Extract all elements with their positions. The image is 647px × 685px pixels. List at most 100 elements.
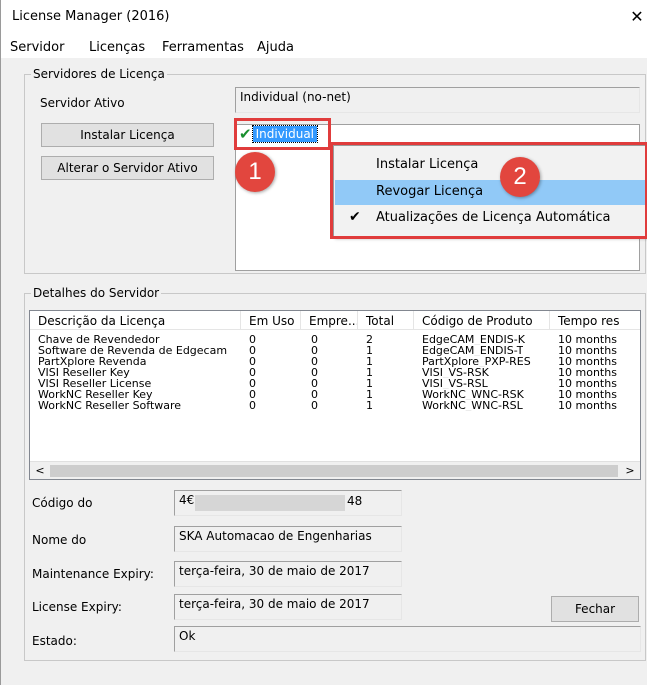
cell-product-code: EdgeCAM_ENDIS-K — [422, 334, 525, 345]
column-header-time-remaining[interactable]: Tempo res — [550, 311, 640, 330]
name-label: Nome do — [32, 533, 87, 547]
cell-total: 1 — [366, 389, 373, 400]
cell-total: 1 — [366, 356, 373, 367]
cell-total: 1 — [366, 367, 373, 378]
cell-in-use: 0 — [249, 378, 256, 389]
license-expiry-field: terça-feira, 30 de maio de 2017 — [174, 594, 402, 620]
cell-description: PartXplore Revenda — [38, 356, 147, 367]
cell-description: Software de Revenda de Edgecam — [38, 345, 228, 356]
window-title: License Manager (2016) — [12, 9, 170, 24]
cell-product-code: EdgeCAM_ENDIS-T — [422, 345, 524, 356]
scroll-left-icon[interactable]: < — [32, 464, 48, 478]
menu-item-auto-license-updates[interactable]: ✔ Atualizações de Licença Automática — [335, 206, 647, 231]
column-header-description[interactable]: Descrição da Licença — [30, 311, 241, 330]
check-icon: ✔ — [239, 125, 252, 143]
scroll-right-icon[interactable]: > — [622, 464, 638, 478]
cell-time-remaining: 10 months — [558, 367, 617, 378]
close-icon[interactable]: ✕ — [627, 6, 647, 28]
state-label: Estado: — [32, 634, 77, 648]
menu-item-label: Instalar Licença — [376, 157, 479, 172]
table-row[interactable]: Software de Revenda de Edgecam 0 0 1 EdgeCAM… — [30, 345, 640, 356]
context-menu: Instalar Licença Revogar Licença ✔ Atual… — [333, 145, 647, 237]
cell-product-code: VISI_VS-RSK — [422, 367, 489, 378]
name-field: SKA Automacao de Engenharias — [174, 526, 402, 552]
table-row[interactable]: WorkNC Reseller Key 0 0 1 WorkNC_WNC-RSK 10 m… — [30, 389, 640, 400]
cell-borrowed: 0 — [311, 356, 318, 367]
close-button[interactable]: Fechar — [551, 596, 639, 622]
code-value-start: 4€ — [179, 493, 195, 507]
license-manager-window: License Manager (2016) ✕ Servidor Licenç… — [0, 0, 647, 685]
cell-time-remaining: 10 months — [558, 389, 617, 400]
table-row[interactable]: PartXplore Revenda 0 0 1 PartXplore_PXP-RES 1… — [30, 356, 640, 367]
code-field: 4€ 48 — [174, 490, 402, 516]
cell-in-use: 0 — [249, 389, 256, 400]
cell-borrowed: 0 — [311, 345, 318, 356]
column-header-product-code[interactable]: Código de Produto — [414, 311, 550, 330]
column-header-total[interactable]: Total — [358, 311, 414, 330]
cell-in-use: 0 — [249, 367, 256, 378]
menu-bar: Servidor Licenças Ferramentas Ajuda — [1, 34, 647, 58]
scroll-thumb[interactable] — [50, 465, 618, 477]
cell-in-use: 0 — [249, 334, 256, 345]
cell-time-remaining: 10 months — [558, 378, 617, 389]
servers-group-legend: Servidores de Licença — [31, 67, 167, 81]
menu-item-revoke-license[interactable]: Revogar Licença — [335, 180, 647, 205]
table-header: Descrição da Licença Em Uso Empre... Tot… — [30, 311, 640, 330]
column-header-in-use[interactable]: Em Uso — [241, 311, 301, 330]
cell-total: 1 — [366, 400, 373, 411]
cell-product-code: VISI_VS-RSL — [422, 378, 488, 389]
annotation-badge-1: 1 — [235, 152, 275, 192]
cell-description: WorkNC Reseller Software — [38, 400, 182, 411]
menu-item-install-license[interactable]: Instalar Licença — [335, 153, 647, 178]
menu-ajuda[interactable]: Ajuda — [257, 40, 294, 55]
horizontal-scrollbar[interactable]: < > — [30, 461, 640, 479]
cell-in-use: 0 — [249, 356, 256, 367]
install-license-button[interactable]: Instalar Licença — [41, 123, 214, 147]
annotation-badge-2: 2 — [500, 157, 540, 197]
cell-product-code: PartXplore_PXP-RES — [422, 356, 531, 367]
checkmark-icon: ✔ — [349, 209, 361, 225]
maintenance-expiry-label: Maintenance Expiry: — [32, 567, 154, 581]
cell-product-code: WorkNC_WNC-RSK — [422, 389, 524, 400]
table-row[interactable]: WorkNC Reseller Software 0 0 1 WorkNC_WNC-RS… — [30, 400, 640, 411]
code-value-end: 48 — [347, 494, 363, 508]
cell-description: WorkNC Reseller Key — [38, 389, 153, 400]
cell-total: 1 — [366, 345, 373, 356]
redacted-area — [195, 495, 345, 511]
cell-borrowed: 0 — [311, 367, 318, 378]
cell-time-remaining: 10 months — [558, 345, 617, 356]
cell-product-code: WorkNC_WNC-RSL — [422, 400, 523, 411]
change-active-server-button[interactable]: Alterar o Servidor Ativo — [41, 156, 214, 180]
maintenance-expiry-field: terça-feira, 30 de maio de 2017 — [174, 561, 402, 587]
cell-in-use: 0 — [249, 345, 256, 356]
cell-description: VISI Reseller License — [38, 378, 152, 389]
column-header-borrowed[interactable]: Empre... — [301, 311, 358, 330]
details-group-legend: Detalhes do Servidor — [31, 286, 162, 300]
menu-item-label: Atualizações de Licença Automática — [376, 210, 611, 225]
cell-total: 2 — [366, 334, 373, 345]
server-list-item[interactable]: ✔ Individual — [239, 125, 319, 143]
license-expiry-label: License Expiry: — [32, 600, 122, 614]
title-bar: License Manager (2016) ✕ — [1, 0, 647, 34]
table-row[interactable]: VISI Reseller License 0 0 1 VISI_VS-RSL 10 mo… — [30, 378, 640, 389]
cell-total: 1 — [366, 378, 373, 389]
active-server-label: Servidor Ativo — [40, 96, 125, 110]
cell-description: Chave de Revendedor — [38, 334, 160, 345]
menu-item-label: Revogar Licença — [376, 184, 484, 199]
cell-borrowed: 0 — [311, 334, 318, 345]
table-row[interactable]: Chave de Revendedor 0 0 2 EdgeCAM_ENDIS-K 10 … — [30, 334, 640, 345]
cell-borrowed: 0 — [311, 400, 318, 411]
menu-ferramentas[interactable]: Ferramentas — [162, 40, 244, 55]
cell-borrowed: 0 — [311, 389, 318, 400]
state-field: Ok — [174, 626, 641, 652]
active-server-field: Individual (no-net) — [235, 87, 640, 113]
cell-in-use: 0 — [249, 400, 256, 411]
cell-time-remaining: 10 months — [558, 334, 617, 345]
table-row[interactable]: VISI Reseller Key 0 0 1 VISI_VS-RSK 10 months — [30, 367, 640, 378]
menu-servidor[interactable]: Servidor — [10, 40, 64, 55]
cell-time-remaining: 10 months — [558, 356, 617, 367]
license-table[interactable]: Descrição da Licença Em Uso Empre... Tot… — [29, 310, 641, 480]
menu-licencas[interactable]: Licenças — [89, 40, 145, 55]
server-list-item-label: Individual — [251, 125, 319, 143]
cell-description: VISI Reseller Key — [38, 367, 130, 378]
